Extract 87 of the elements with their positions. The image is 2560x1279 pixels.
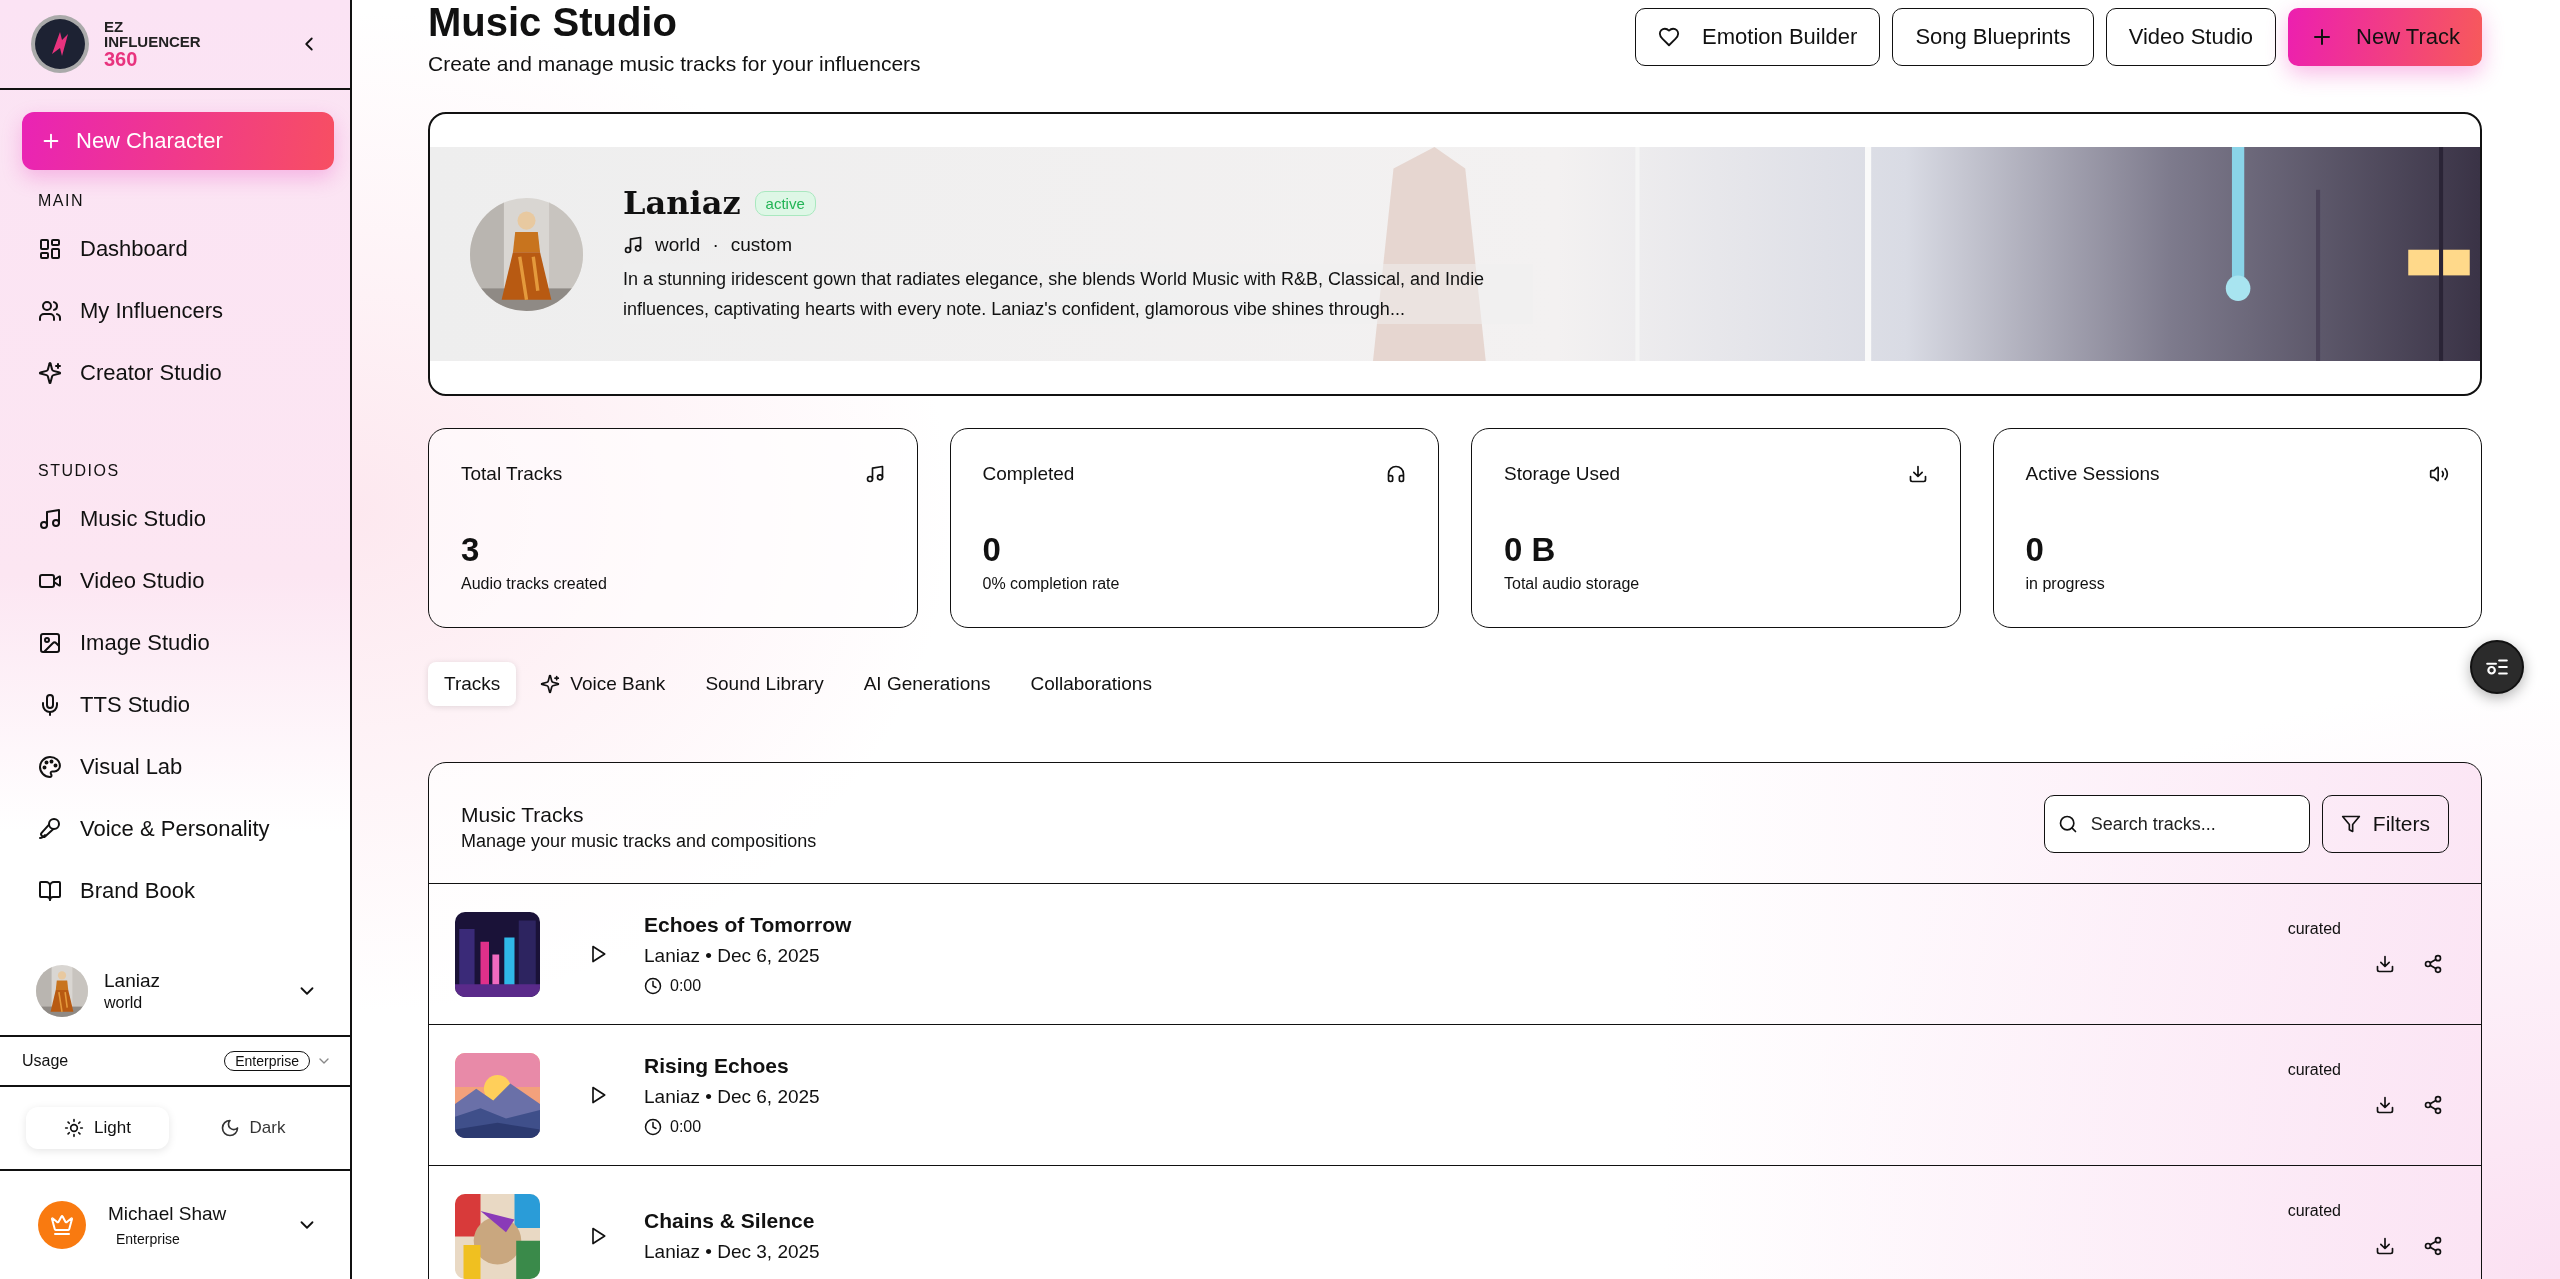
panel-subtitle: Manage your music tracks and compositions [461, 831, 817, 852]
theme-toggle[interactable]: Dark [181, 1107, 324, 1149]
nav-item[interactable]: Brand Book [0, 860, 350, 922]
image-icon [38, 631, 62, 655]
sparkles-icon [540, 674, 561, 694]
track-meta: Laniaz • Dec 6, 2025 [644, 945, 821, 967]
stat-value: 3 [461, 531, 481, 569]
palette-icon [38, 755, 62, 779]
tab[interactable]: Voice Bank [524, 662, 682, 706]
share-icon [2423, 1095, 2443, 1115]
clock-icon [644, 1118, 662, 1136]
track-title: Echoes of Tomorrow [644, 913, 852, 937]
music-note-icon [38, 507, 62, 531]
nav-item[interactable]: Creator Studio [0, 342, 350, 404]
headphones-icon [1386, 464, 1406, 484]
download-icon [1907, 464, 1928, 484]
dashboard-icon [38, 237, 62, 261]
filter-icon [2340, 814, 2361, 834]
search-field[interactable]: Search tracks... [2043, 795, 2310, 853]
header-button[interactable]: Emotion Builder [1635, 8, 1881, 66]
heart-icon [1658, 26, 1681, 48]
logo-icon [30, 14, 90, 74]
stat-value: 0 [2025, 531, 2045, 569]
stat-title: Active Sessions [2025, 463, 2160, 485]
track-title: Rising Echoes [644, 1054, 790, 1078]
share-icon [2423, 1236, 2443, 1256]
book-icon [38, 879, 62, 903]
moon-icon [219, 1118, 240, 1138]
download-icon [2375, 1095, 2395, 1115]
logo-text: EZ INFLUENCER 360 [104, 19, 201, 69]
microphone-icon [38, 817, 62, 841]
track-meta: Laniaz • Dec 3, 2025 [644, 1241, 820, 1263]
page-subtitle: Create and manage music tracks for your influencers [428, 52, 921, 76]
track-meta: Laniaz • Dec 6, 2025 [644, 1086, 820, 1108]
character-name: Laniaz [104, 970, 160, 992]
filters-button[interactable]: Filters [2321, 795, 2449, 853]
stat-caption: in progress [2025, 575, 2106, 593]
section-label: STUDIOS [37, 461, 121, 481]
tab[interactable]: Collaborations [1014, 662, 1168, 706]
track-tag: curated [2287, 1061, 2341, 1079]
tab[interactable]: AI Generations [847, 662, 1007, 706]
panel-title: Music Tracks [461, 803, 585, 827]
track-duration: 0:00 [670, 1118, 702, 1136]
header-button[interactable]: Video Studio [2105, 8, 2277, 66]
download-icon [2375, 1236, 2395, 1256]
character-genre: world [104, 994, 144, 1012]
new-track-button[interactable]: New Track [2288, 8, 2482, 66]
stat-caption: Total audio storage [1504, 575, 1641, 593]
stat-title: Storage Used [1504, 463, 1621, 485]
nav-item[interactable]: Image Studio [0, 612, 350, 674]
section-label: MAIN [37, 191, 85, 211]
tab[interactable]: Tracks [428, 662, 517, 706]
user-plan: Enterprise [116, 1231, 181, 1247]
usage-label: Usage [22, 1052, 69, 1070]
nav-item[interactable]: My Influencers [0, 280, 350, 342]
stat-value: 0 [982, 531, 1002, 569]
page-title: Music Studio [428, 0, 678, 44]
sun-icon [64, 1118, 85, 1138]
nav-item[interactable]: Voice & Personality [0, 798, 350, 860]
track-title: Chains & Silence [644, 1209, 816, 1233]
stat-title: Completed [982, 463, 1075, 485]
speaker-icon [2429, 464, 2449, 484]
music-note-icon [864, 464, 885, 484]
new-character-button[interactable]: New Character [22, 112, 334, 170]
user-name: Michael Shaw [108, 1203, 227, 1225]
header-button[interactable]: Song Blueprints [1892, 8, 2094, 66]
nav-item[interactable]: Dashboard [0, 218, 350, 280]
download-icon [2375, 954, 2395, 974]
nav-item[interactable]: Video Studio [0, 550, 350, 612]
stat-value: 0 B [1504, 531, 1557, 569]
crown-icon [50, 1213, 74, 1237]
nav-item[interactable]: Music Studio [0, 488, 350, 550]
track-tag: curated [2287, 920, 2341, 938]
stat-caption: Audio tracks created [461, 575, 608, 593]
nav-item[interactable]: Visual Lab [0, 736, 350, 798]
track-duration: 0:00 [670, 977, 702, 995]
share-icon [2423, 954, 2443, 974]
clock-icon [644, 977, 662, 995]
theme-toggle[interactable]: Light [26, 1107, 169, 1149]
stat-title: Total Tracks [461, 463, 563, 485]
tab[interactable]: Sound Library [689, 662, 840, 706]
track-tag: curated [2287, 1202, 2341, 1220]
sparkles-icon [38, 361, 62, 385]
users-icon [38, 299, 62, 323]
nav-item[interactable]: TTS Studio [0, 674, 350, 736]
stat-caption: 0% completion rate [982, 575, 1121, 593]
floating-button[interactable] [2470, 640, 2524, 694]
